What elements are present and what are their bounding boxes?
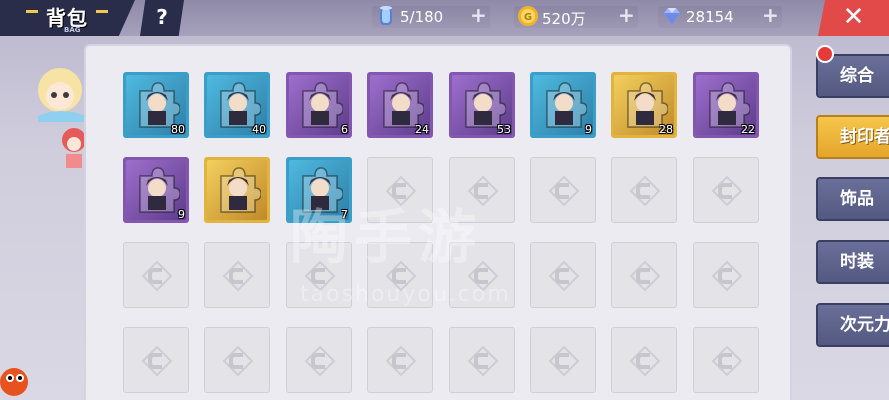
puzzle-piece-icon <box>220 167 261 213</box>
empty-slot[interactable] <box>123 242 189 308</box>
inventory-item[interactable]: 40 <box>204 72 270 138</box>
empty-slot[interactable] <box>204 242 270 308</box>
empty-slot[interactable] <box>530 242 596 308</box>
bag-title-tab: 背包 BAG <box>0 0 135 36</box>
item-count: 9 <box>585 123 592 136</box>
empty-slot[interactable] <box>693 327 759 393</box>
item-count: 80 <box>171 123 185 136</box>
energy-cylinder-icon <box>380 6 392 25</box>
empty-slot-logo-icon <box>629 345 661 377</box>
gold-add-button[interactable]: + <box>618 5 635 25</box>
puzzle-piece-icon <box>220 82 261 128</box>
resource-stamina: 5/180 + <box>372 5 490 28</box>
close-button[interactable]: ✕ <box>818 0 889 36</box>
mascot-icon[interactable] <box>0 358 30 400</box>
empty-slot-logo-icon <box>304 345 336 377</box>
empty-slot-logo-icon <box>222 260 254 292</box>
tab-category[interactable]: 封印者 <box>816 115 889 159</box>
inventory-item[interactable]: 53 <box>449 72 515 138</box>
empty-slot[interactable] <box>286 327 352 393</box>
watermark-url: taoshouyou.com <box>300 282 511 307</box>
item-portrait <box>207 160 267 220</box>
puzzle-piece-icon <box>139 82 180 128</box>
empty-slot-logo-icon <box>548 260 580 292</box>
empty-slot-logo-icon <box>711 175 743 207</box>
item-count: 9 <box>178 208 185 221</box>
empty-slot[interactable] <box>693 242 759 308</box>
gold-coin-icon: G <box>518 6 538 26</box>
empty-slot-logo-icon <box>222 345 254 377</box>
empty-slot-logo-icon <box>711 345 743 377</box>
empty-slot[interactable] <box>611 242 677 308</box>
help-button[interactable]: ? <box>140 0 184 36</box>
item-count: 6 <box>341 123 348 136</box>
item-count: 24 <box>415 123 429 136</box>
notification-dot <box>816 45 834 63</box>
tab-category[interactable]: 次元力 <box>816 303 889 347</box>
puzzle-piece-icon <box>302 82 343 128</box>
empty-slot[interactable] <box>611 327 677 393</box>
character-avatar-small <box>62 128 86 168</box>
inventory-item[interactable] <box>204 157 270 223</box>
empty-slot-logo-icon <box>141 345 173 377</box>
tab-category[interactable]: 饰品 <box>816 177 889 221</box>
title-deco-left <box>26 10 38 13</box>
diamond-add-button[interactable]: + <box>762 5 779 25</box>
puzzle-piece-icon <box>709 82 750 128</box>
item-count: 28 <box>659 123 673 136</box>
stamina-add-button[interactable]: + <box>470 5 487 25</box>
gold-value: 520万 <box>542 10 586 28</box>
empty-slot[interactable] <box>204 327 270 393</box>
empty-slot-logo-icon <box>629 175 661 207</box>
inventory-item[interactable]: 22 <box>693 72 759 138</box>
resource-gold: G 520万 + <box>514 5 638 28</box>
puzzle-piece-icon <box>627 82 668 128</box>
empty-slot-logo-icon <box>711 260 743 292</box>
item-count: 53 <box>497 123 511 136</box>
puzzle-piece-icon <box>546 82 587 128</box>
empty-slot[interactable] <box>530 157 596 223</box>
empty-slot-logo-icon <box>548 175 580 207</box>
inventory-item[interactable]: 9 <box>530 72 596 138</box>
resource-diamond: 28154 + <box>658 5 782 28</box>
empty-slot[interactable] <box>530 327 596 393</box>
item-count: 22 <box>741 123 755 136</box>
item-portrait <box>289 75 349 135</box>
character-avatar <box>38 68 86 122</box>
item-count: 40 <box>252 123 266 136</box>
diamond-icon <box>664 8 680 25</box>
empty-slot-logo-icon <box>467 345 499 377</box>
inventory-item[interactable]: 6 <box>286 72 352 138</box>
tab-category[interactable]: 时装 <box>816 240 889 284</box>
page-subtitle: BAG <box>64 26 81 34</box>
puzzle-piece-icon <box>465 82 506 128</box>
svg-text:G: G <box>524 12 532 23</box>
watermark-text: 陶手游 <box>290 203 483 271</box>
diamond-value: 28154 <box>686 8 734 26</box>
inventory-item[interactable]: 80 <box>123 72 189 138</box>
empty-slot-logo-icon <box>548 345 580 377</box>
empty-slot[interactable] <box>693 157 759 223</box>
puzzle-piece-icon <box>139 167 180 213</box>
empty-slot[interactable] <box>611 157 677 223</box>
empty-slot[interactable] <box>449 327 515 393</box>
item-portrait <box>533 75 593 135</box>
title-deco-right <box>96 10 108 13</box>
item-portrait <box>126 160 186 220</box>
inventory-item[interactable]: 28 <box>611 72 677 138</box>
stamina-value: 5/180 <box>400 8 444 26</box>
puzzle-piece-icon <box>383 82 424 128</box>
empty-slot[interactable] <box>123 327 189 393</box>
empty-slot-logo-icon <box>141 260 173 292</box>
empty-slot-logo-icon <box>385 345 417 377</box>
inventory-item[interactable]: 9 <box>123 157 189 223</box>
empty-slot[interactable] <box>367 327 433 393</box>
inventory-item[interactable]: 24 <box>367 72 433 138</box>
empty-slot-logo-icon <box>629 260 661 292</box>
